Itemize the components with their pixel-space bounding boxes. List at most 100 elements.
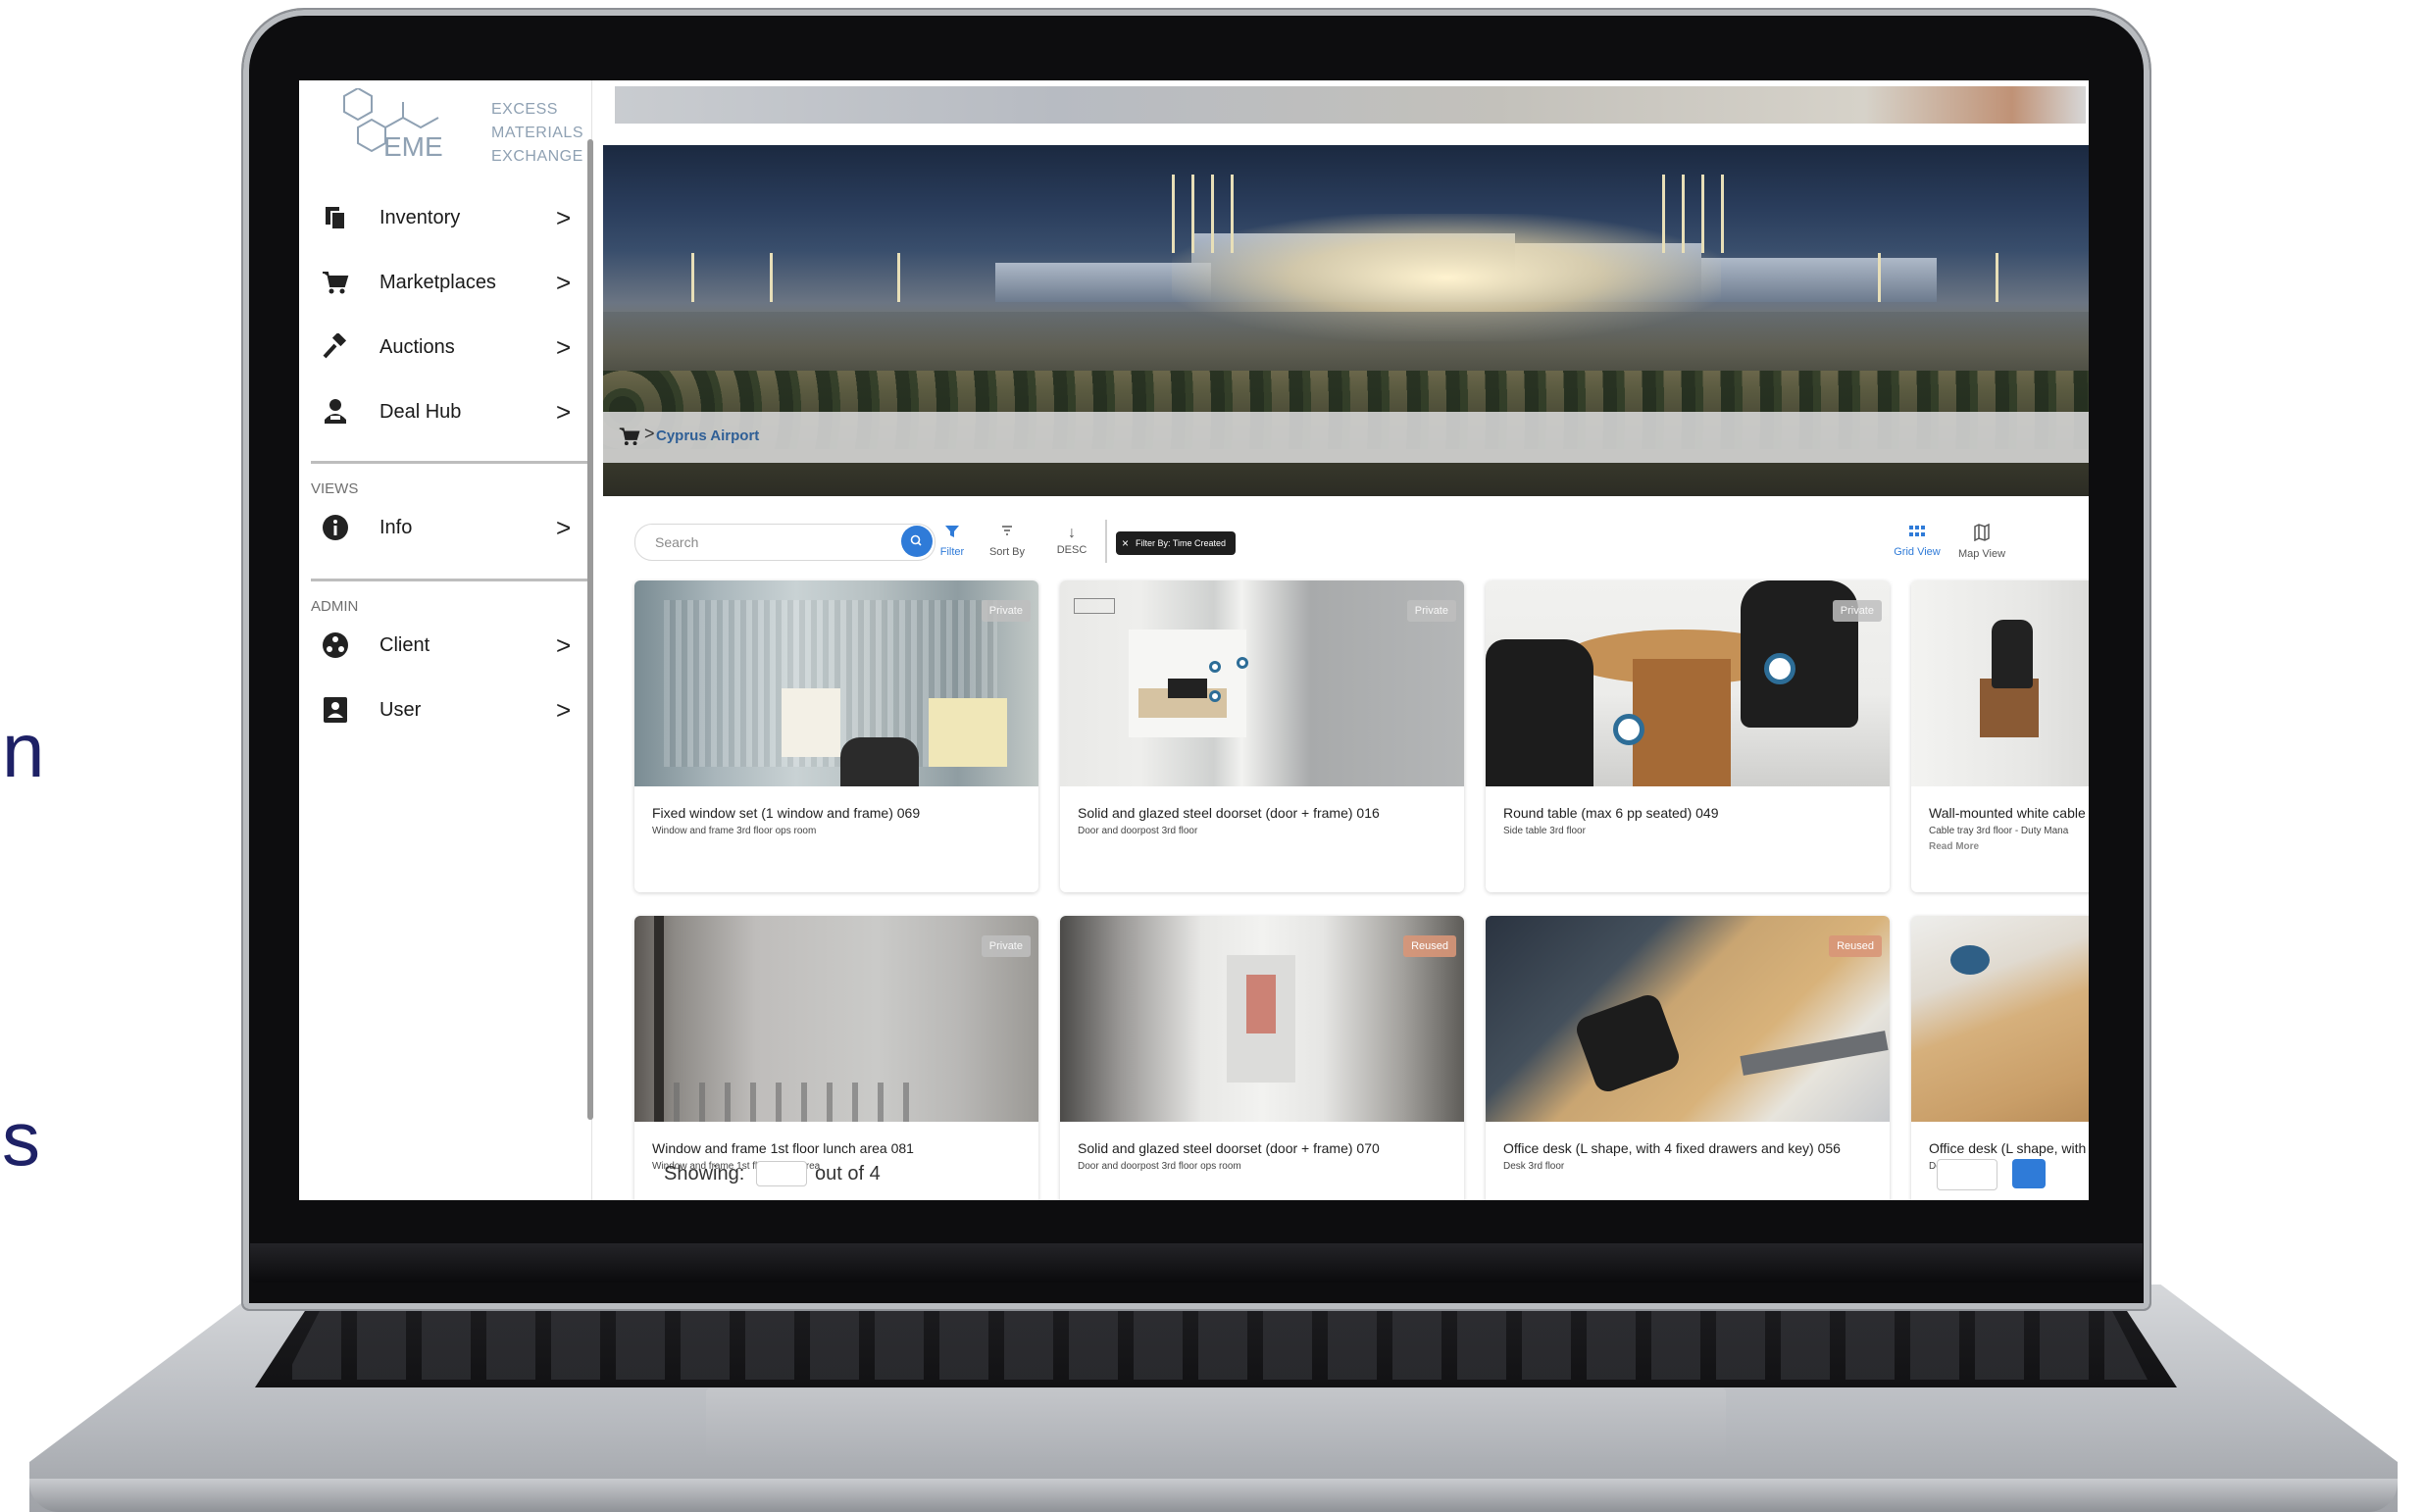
filter-chip[interactable]: × Filter By: Time Created (1116, 531, 1236, 555)
map-view-label: Map View (1957, 548, 2006, 560)
filter-icon (927, 524, 978, 545)
laptop-front-edge (29, 1479, 2398, 1512)
item-subtitle: Door and doorpost 3rd floor (1078, 826, 1198, 836)
item-card[interactable]: Reused Office desk (L shape, with 4 fixe… (1486, 916, 1890, 1200)
item-card[interactable]: Wall-mounted white cable Cable tray 3rd … (1911, 580, 2089, 892)
read-more-link[interactable]: Read More (1929, 841, 1979, 852)
item-title: Solid and glazed steel doorset (door + f… (1078, 1140, 1380, 1156)
status-badge: Private (1406, 600, 1456, 622)
sidebar-item-label: Deal Hub (379, 400, 462, 423)
sidebar-item-client[interactable]: Client > (299, 616, 591, 675)
item-card[interactable]: Private Round table (max 6 pp seated) 04… (1486, 580, 1890, 892)
eme-logo[interactable]: EME EXCESS MATERIALS EXCHANGE (325, 86, 583, 167)
cart-icon[interactable] (619, 426, 640, 447)
sidebar-item-user[interactable]: User > (299, 680, 591, 739)
inventory-icon (321, 203, 350, 232)
laptop-trackpad (706, 1388, 1726, 1457)
slide-text-fragment: s (2, 1095, 40, 1182)
chevron-right-icon: > (556, 202, 572, 232)
item-photo (1911, 580, 2089, 786)
item-card[interactable]: Private Window and frame 1st floor lunch… (634, 916, 1038, 1200)
gavel-icon (321, 332, 350, 362)
chevron-right-icon: > (556, 331, 572, 362)
status-badge: Private (981, 600, 1031, 622)
chevron-right-icon: > (556, 267, 572, 297)
pager-total-label: out of 4 (815, 1163, 881, 1184)
sidebar-item-label: Marketplaces (379, 271, 496, 293)
chevron-right-icon: > (556, 396, 572, 427)
breadcrumb-current[interactable]: Cyprus Airport (656, 428, 759, 444)
item-card[interactable]: Office desk (L shape, with Desk 3rd floo… (1911, 916, 2089, 1200)
item-title: Office desk (L shape, with (1929, 1140, 2087, 1156)
chevron-right-icon: > (556, 694, 572, 725)
item-title: Solid and glazed steel doorset (door + f… (1078, 805, 1380, 821)
logo-wordmark: EXCESS MATERIALS EXCHANGE (491, 101, 583, 165)
sidebar-item-auctions[interactable]: Auctions > (299, 318, 591, 377)
search-input[interactable] (653, 531, 892, 553)
sidebar-divider (311, 461, 587, 464)
chevron-right-icon: > (556, 630, 572, 660)
sidebar-scrollbar[interactable] (587, 139, 593, 1120)
sidebar-divider (311, 579, 587, 581)
toolbar-divider (1105, 520, 1107, 563)
sidebar-item-marketplaces[interactable]: Marketplaces > (299, 253, 591, 312)
sidebar-item-label: User (379, 698, 422, 721)
app-screen: EME EXCESS MATERIALS EXCHANGE Inventory … (299, 80, 2089, 1200)
deal-hub-icon (321, 397, 350, 427)
grid-icon (1888, 524, 1947, 545)
sort-by-label: Sort By (988, 546, 1026, 558)
next-page-button[interactable] (2012, 1159, 2046, 1188)
status-badge: Private (1832, 600, 1882, 622)
item-card[interactable]: Private Fixed window set (1 window and f… (634, 580, 1038, 892)
item-title: Window and frame 1st floor lunch area 08… (652, 1140, 914, 1156)
admin-section-label: ADMIN (311, 598, 359, 615)
item-card[interactable]: Private Solid and glazed steel doorset (… (1060, 580, 1464, 892)
filter-button[interactable]: Filter (927, 524, 978, 567)
filter-chip-label: Filter By: Time Created (1136, 538, 1227, 548)
page-number-input[interactable] (756, 1161, 807, 1186)
close-icon[interactable]: × (1122, 531, 1129, 555)
cart-icon (321, 268, 350, 297)
laptop-hinge (250, 1243, 2143, 1283)
sidebar: EME EXCESS MATERIALS EXCHANGE Inventory … (299, 80, 592, 1200)
sidebar-item-inventory[interactable]: Inventory > (299, 188, 591, 247)
sidebar-item-label: Auctions (379, 335, 455, 358)
page-size-select[interactable] (1937, 1159, 1997, 1190)
map-view-button[interactable]: Map View (1952, 523, 2011, 567)
sidebar-item-deal-hub[interactable]: Deal Hub > (299, 382, 591, 441)
client-icon (321, 630, 350, 660)
status-badge: Private (981, 935, 1031, 957)
banner-strip-image (615, 86, 2086, 124)
item-title: Wall-mounted white cable (1929, 805, 2086, 821)
chevron-right-icon: > (556, 512, 572, 542)
item-photo (634, 916, 1038, 1122)
filter-label: Filter (939, 546, 965, 558)
sidebar-item-label: Inventory (379, 206, 461, 228)
item-subtitle: Door and doorpost 3rd floor ops room (1078, 1161, 1241, 1172)
item-photo (1911, 916, 2089, 1122)
grid-view-button[interactable]: Grid View (1888, 524, 1947, 567)
item-subtitle: Desk 3rd floor (1503, 1161, 1565, 1172)
breadcrumb-separator: > (644, 424, 655, 443)
item-photo (1060, 580, 1464, 786)
grid-view-label: Grid View (1894, 546, 1941, 558)
pager-showing-label: Showing: (664, 1163, 745, 1184)
map-icon (1952, 523, 2011, 547)
item-subtitle: Side table 3rd floor (1503, 826, 1586, 836)
logo-mark: EME (383, 131, 443, 162)
sidebar-item-info[interactable]: Info > (299, 498, 591, 557)
search-box (634, 524, 935, 561)
keyboard-keys (284, 1307, 2148, 1380)
breadcrumb (603, 412, 2089, 463)
sort-by-button[interactable]: Sort By (982, 524, 1033, 567)
sidebar-item-label: Info (379, 516, 413, 538)
sort-order-button[interactable]: ↓ DESC (1050, 524, 1093, 567)
item-photo (1486, 580, 1890, 786)
status-badge: Reused (1403, 935, 1456, 957)
item-subtitle: Window and frame 3rd floor ops room (652, 826, 817, 836)
item-photo (634, 580, 1038, 786)
item-title: Round table (max 6 pp seated) 049 (1503, 805, 1719, 821)
item-subtitle: Cable tray 3rd floor - Duty Mana (1929, 826, 2069, 836)
item-card[interactable]: Reused Solid and glazed steel doorset (d… (1060, 916, 1464, 1200)
views-section-label: VIEWS (311, 480, 359, 497)
